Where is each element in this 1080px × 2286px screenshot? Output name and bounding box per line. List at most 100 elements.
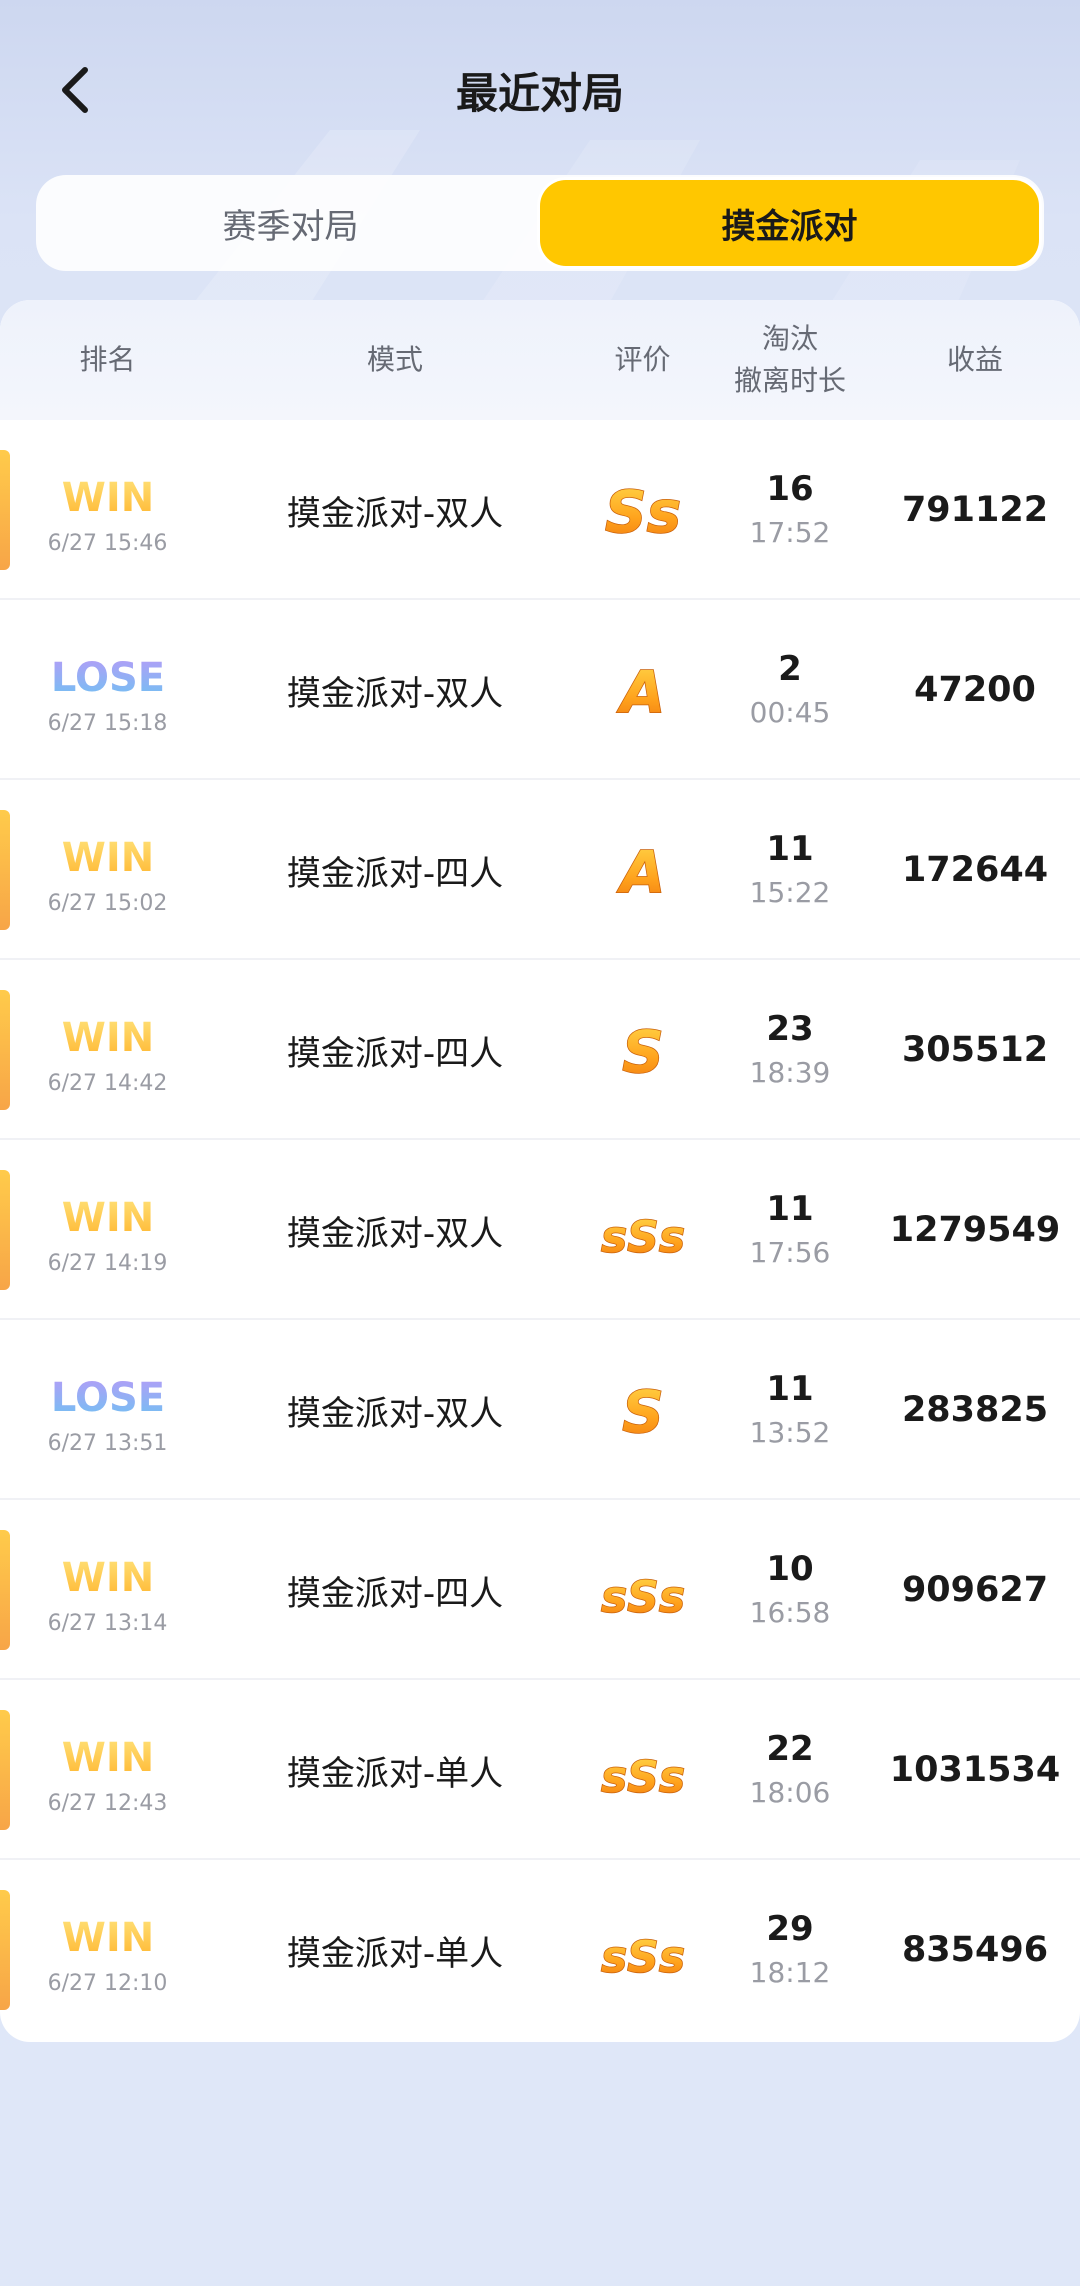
kill-count: 22 [766, 1729, 814, 1769]
income-value: 172644 [901, 850, 1049, 890]
result-badge: WIN [49, 469, 167, 523]
evac-duration: 13:52 [749, 1416, 831, 1449]
mode-label: 摸金派对-双人 [286, 1213, 504, 1254]
match-time: 6/27 13:51 [47, 1430, 168, 1456]
win-badge-icon: WIN [60, 833, 155, 880]
evac-duration: 15:22 [749, 876, 831, 909]
match-row-6[interactable]: LOSE 6/27 13:51 摸金派对-双人 S 11 13:52 28382… [0, 1320, 1080, 1500]
rank-cell: WIN 6/27 12:10 [0, 1860, 215, 2040]
grade-cell: S [575, 960, 710, 1140]
match-row-5[interactable]: WIN 6/27 14:19 摸金派对-双人 sSs 11 17:56 1279… [0, 1140, 1080, 1320]
income-value: 47200 [914, 670, 1036, 710]
grade-a-icon: A [615, 838, 665, 902]
match-table: 排名 模式 评价 淘汰 撤离时长 收益 WIN 6/27 15:46 摸金派对-… [0, 300, 1080, 2042]
evac-duration: 00:45 [749, 696, 831, 729]
header-bar: 最近对局 [0, 0, 1080, 180]
kills-cell: 22 18:06 [710, 1680, 870, 1860]
match-row-3[interactable]: WIN 6/27 15:02 摸金派对-四人 A 11 15:22 172644 [0, 780, 1080, 960]
kills-cell: 11 15:22 [710, 780, 870, 960]
match-time: 6/27 15:46 [47, 530, 168, 556]
match-row-1[interactable]: WIN 6/27 15:46 摸金派对-双人 Ss 16 17:52 79112… [0, 420, 1080, 600]
rank-cell: LOSE 6/27 15:18 [0, 600, 215, 780]
match-time: 6/27 15:02 [47, 890, 168, 916]
match-row-7[interactable]: WIN 6/27 13:14 摸金派对-四人 sSs 10 16:58 9096… [0, 1500, 1080, 1680]
result-badge: WIN [49, 1729, 167, 1783]
rank-cell: WIN 6/27 15:02 [0, 780, 215, 960]
svg-text:LOSE: LOSE [50, 655, 164, 701]
tab-gold-party[interactable]: 摸金派对 [540, 180, 1039, 266]
mode-label: 摸金派对-双人 [286, 493, 504, 534]
svg-text:A: A [616, 838, 665, 902]
mode-cell: 摸金派对-四人 [215, 780, 575, 960]
income-cell: 305512 [870, 960, 1080, 1140]
grade-s-icon: S [621, 1018, 664, 1082]
table-body: WIN 6/27 15:46 摸金派对-双人 Ss 16 17:52 79112… [0, 420, 1080, 2040]
evac-duration: 18:06 [749, 1776, 831, 1809]
mode-label: 摸金派对-双人 [286, 673, 504, 714]
kill-count: 11 [766, 1189, 814, 1229]
mode-label: 摸金派对-四人 [286, 1033, 504, 1074]
income-cell: 1031534 [870, 1680, 1080, 1860]
income-cell: 172644 [870, 780, 1080, 960]
grade-s-icon: S [621, 1378, 664, 1442]
kills-cell: 23 18:39 [710, 960, 870, 1140]
rank-cell: WIN 6/27 13:14 [0, 1500, 215, 1680]
header-income: 收益 [946, 343, 1003, 376]
mode-label: 摸金派对-单人 [286, 1753, 504, 1794]
income-cell: 909627 [870, 1500, 1080, 1680]
match-row-8[interactable]: WIN 6/27 12:43 摸金派对-单人 sSs 22 18:06 1031… [0, 1680, 1080, 1860]
page-title: 最近对局 [455, 69, 624, 118]
mode-label: 摸金派对-单人 [286, 1933, 504, 1974]
grade-cell: sSs [575, 1680, 710, 1860]
svg-text:Ss: Ss [604, 478, 680, 542]
result-badge: WIN [49, 1909, 167, 1963]
income-value: 791122 [901, 490, 1049, 530]
kill-count: 10 [766, 1549, 814, 1589]
kills-cell: 16 17:52 [710, 420, 870, 600]
match-row-4[interactable]: WIN 6/27 14:42 摸金派对-四人 S 23 18:39 305512 [0, 960, 1080, 1140]
kills-cell: 11 17:56 [710, 1140, 870, 1320]
match-row-9[interactable]: WIN 6/27 12:10 摸金派对-单人 sSs 29 18:12 8354… [0, 1860, 1080, 2040]
mode-cell: 摸金派对-双人 [215, 1320, 575, 1500]
grade-ss-icon: Ss [604, 478, 682, 542]
result-badge: WIN [49, 1549, 167, 1603]
income-value: 305512 [901, 1030, 1049, 1070]
svg-text:sSs: sSs [600, 1572, 684, 1622]
svg-text:LOSE: LOSE [50, 1375, 164, 1421]
income-cell: 283825 [870, 1320, 1080, 1500]
header-kills: 淘汰 [761, 322, 818, 355]
evac-duration: 17:52 [749, 516, 831, 549]
rank-cell: WIN 6/27 14:19 [0, 1140, 215, 1320]
income-cell: 1279549 [870, 1140, 1080, 1320]
rank-cell: WIN 6/27 14:42 [0, 960, 215, 1140]
rank-cell: WIN 6/27 15:46 [0, 420, 215, 600]
match-time: 6/27 15:18 [47, 710, 168, 736]
header-rank: 排名 [79, 343, 136, 376]
result-badge: LOSE [45, 649, 171, 703]
mode-label: 摸金派对-四人 [286, 1573, 504, 1614]
grade-cell: sSs [575, 1500, 710, 1680]
match-time: 6/27 12:10 [47, 1970, 168, 1996]
win-badge-icon: WIN [60, 1013, 155, 1060]
table-header: 排名 模式 评价 淘汰 撤离时长 收益 [0, 300, 1080, 420]
grade-sss-icon: sSs [600, 1571, 686, 1622]
evac-duration: 18:12 [749, 1956, 831, 1989]
mode-cell: 摸金派对-双人 [215, 600, 575, 780]
header-grade: 评价 [614, 343, 671, 376]
evac-duration: 18:39 [749, 1056, 831, 1089]
kill-count: 23 [766, 1009, 814, 1049]
income-value: 283825 [901, 1390, 1049, 1430]
header-kills-duration: 淘汰 撤离时长 [710, 300, 870, 420]
mode-label: 摸金派对-双人 [286, 1393, 504, 1434]
kill-count: 16 [766, 469, 814, 509]
svg-text:WIN: WIN [61, 475, 153, 521]
grade-sss-icon: sSs [600, 1751, 686, 1802]
svg-text:sSs: sSs [600, 1752, 684, 1802]
income-value: 1031534 [889, 1750, 1061, 1790]
grade-cell: Ss [575, 420, 710, 600]
svg-text:S: S [622, 1378, 664, 1442]
tab-season-matches[interactable]: 赛季对局 [41, 180, 540, 266]
kills-cell: 29 18:12 [710, 1860, 870, 2040]
svg-text:sSs: sSs [600, 1212, 684, 1262]
match-row-2[interactable]: LOSE 6/27 15:18 摸金派对-双人 A 2 00:45 47200 [0, 600, 1080, 780]
